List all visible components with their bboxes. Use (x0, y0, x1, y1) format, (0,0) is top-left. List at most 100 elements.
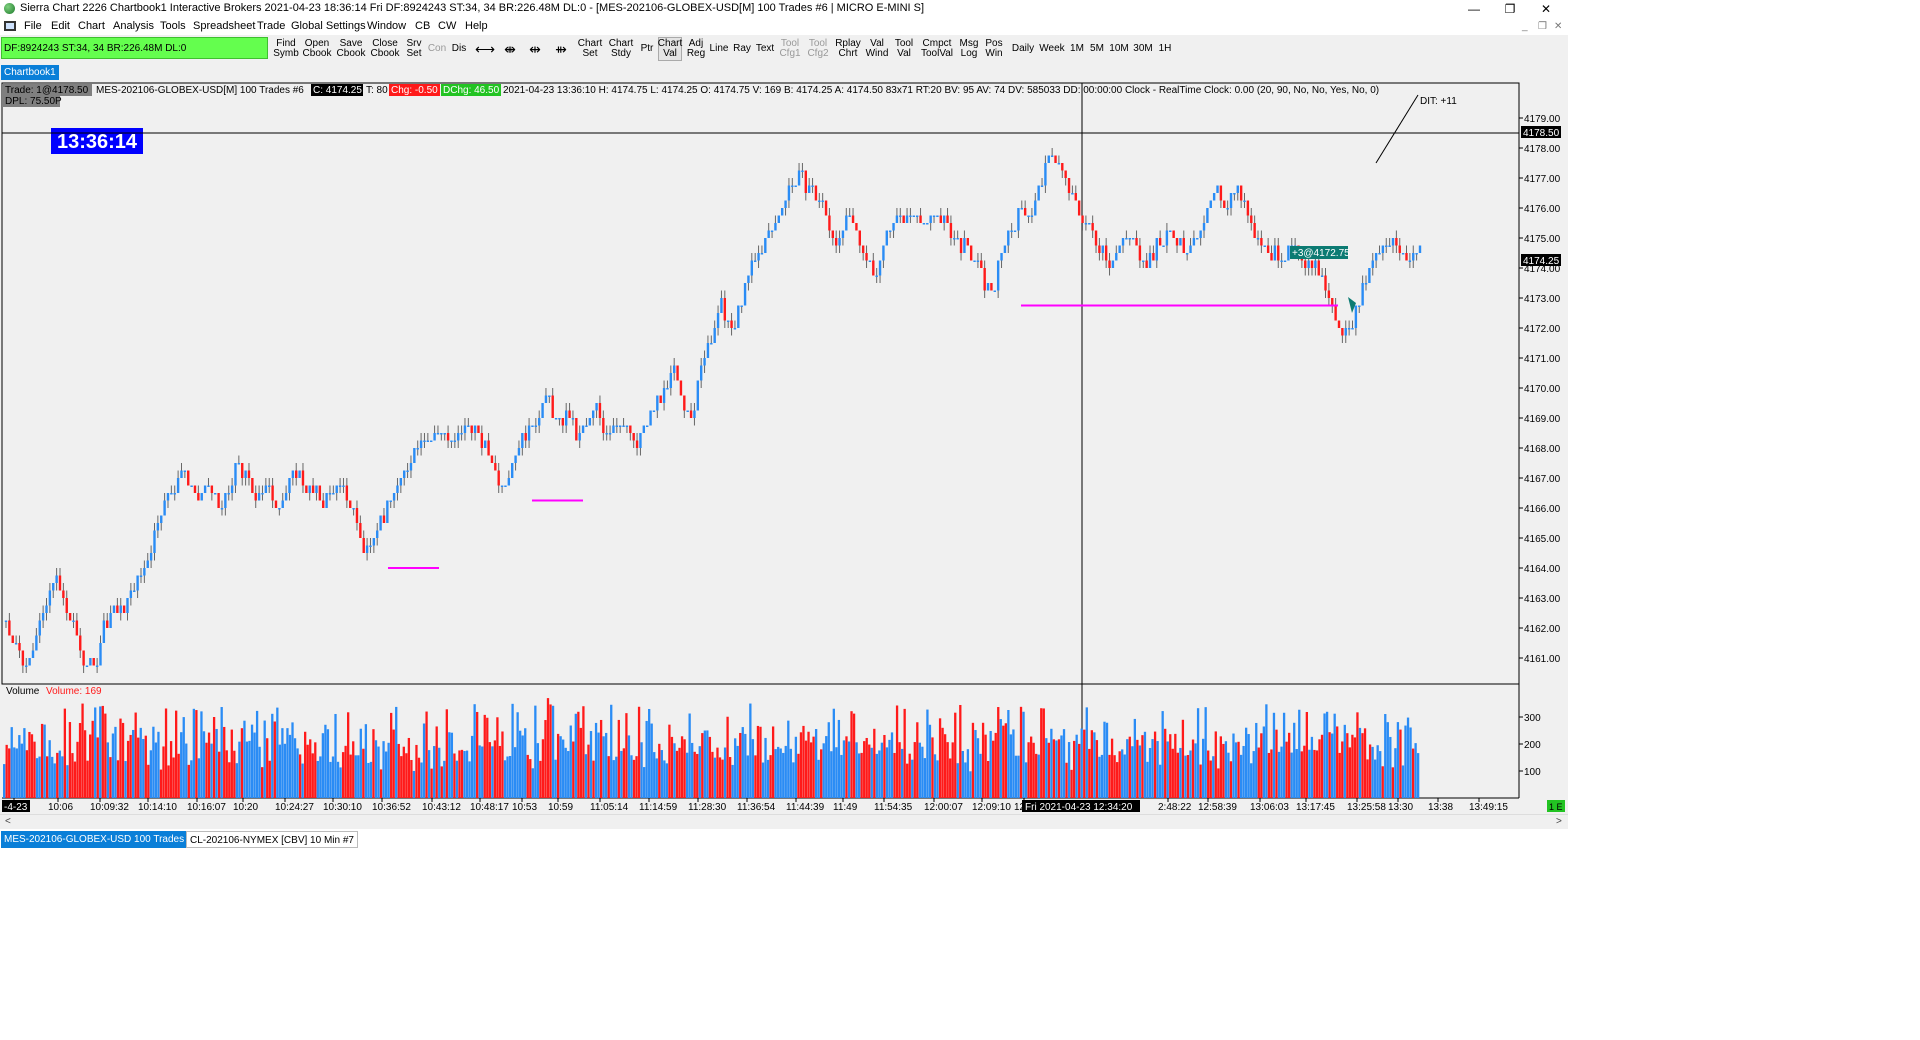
volume-bar (511, 703, 514, 798)
ray-tool-button[interactable]: Ray (732, 37, 752, 61)
5m-button[interactable]: 5M (1088, 37, 1106, 61)
daily-button[interactable]: Daily (1010, 37, 1036, 61)
chart-area[interactable]: Trade: 1@4178.50 MES-202106-GLOBEX-USD[M… (0, 81, 1568, 814)
volume-bar (1272, 712, 1276, 798)
menu-global-settings[interactable]: Global Settings (291, 20, 366, 32)
1m-button[interactable]: 1M (1068, 37, 1086, 61)
mdi-minimize-button[interactable]: _ (1522, 21, 1528, 32)
volume-bar (751, 739, 755, 798)
close-button[interactable]: ✕ (1526, 0, 1566, 18)
menu-edit[interactable]: Edit (51, 20, 70, 32)
30m-button[interactable]: 30M (1132, 37, 1154, 61)
corner-badge[interactable]: 1 E (1549, 802, 1563, 812)
volume-bar (367, 762, 370, 798)
10m-button[interactable]: 10M (1108, 37, 1130, 61)
price-bar-body (784, 200, 787, 208)
scroll-right-arrow-icon[interactable]: > (1556, 815, 1562, 829)
find-symbol-button[interactable]: Find Symb (273, 37, 299, 61)
volume-bar (756, 725, 760, 798)
menu-tools[interactable]: Tools (160, 20, 186, 32)
scroll-left-button[interactable]: ⇹ (524, 37, 546, 61)
menu-help[interactable]: Help (465, 20, 488, 32)
price-bar-body (217, 493, 220, 508)
restore-button[interactable]: ❐ (1490, 0, 1530, 18)
price-bar-body (1091, 223, 1094, 231)
volume-bar (888, 739, 891, 798)
replay-chart-button[interactable]: Rplay Chrt (835, 37, 861, 61)
price-bar-body (433, 433, 436, 441)
week-button[interactable]: Week (1039, 37, 1065, 61)
tool-config1-button[interactable]: Tool Cfg1 (778, 37, 802, 61)
tool-values-button[interactable]: Tool Val (892, 37, 916, 61)
chart-values-button[interactable]: Chart Val (658, 37, 682, 61)
volume-bar (1222, 743, 1225, 798)
pointer-tool-button[interactable]: Ptr (638, 37, 656, 61)
1h-button[interactable]: 1H (1156, 37, 1174, 61)
price-bar-body (912, 215, 915, 217)
mdi-restore-button[interactable]: ❐ (1538, 21, 1547, 32)
volume-bar (1381, 766, 1384, 798)
adjust-region-button[interactable]: Adj Reg (685, 37, 707, 61)
price-chart[interactable]: Trade: 1@4178.50 MES-202106-GLOBEX-USD[M… (0, 81, 1568, 814)
compact-tool-values-button[interactable]: Cmpct ToolVal (919, 37, 955, 61)
tool-config2-button[interactable]: Tool Cfg2 (805, 37, 831, 61)
menu-file[interactable]: File (24, 20, 42, 32)
line-tool-button[interactable]: Line (709, 37, 729, 61)
price-bar-body (463, 425, 467, 433)
price-bar-body (122, 605, 126, 613)
scroll-left-arrow-icon[interactable]: < (5, 815, 11, 829)
volume-bar (572, 741, 575, 798)
tab-cl-chart[interactable]: CL-202106-NYMEX [CBV] 10 Min #7 (186, 831, 358, 848)
volume-bar (508, 756, 512, 798)
connect-button[interactable]: Con (427, 37, 447, 61)
price-bar-body (1142, 260, 1145, 262)
volume-bar (860, 752, 863, 798)
volume-bar (152, 726, 155, 798)
text-tool-button[interactable]: Text (754, 37, 776, 61)
volume-bar (931, 737, 934, 798)
price-bar-body (1131, 238, 1135, 240)
message-log-button[interactable]: Msg Log (958, 37, 980, 61)
volume-bar (23, 728, 26, 798)
volume-bar (1351, 734, 1354, 798)
volume-bar (1346, 733, 1349, 798)
scale-fit-button[interactable]: ⇼ (499, 37, 521, 61)
close-chartbook-button[interactable]: Close Cbook (370, 37, 400, 61)
menu-chart[interactable]: Chart (78, 20, 105, 32)
menu-spreadsheet[interactable]: Spreadsheet (193, 20, 255, 32)
chart-studies-button[interactable]: Chart Stdy (607, 37, 635, 61)
server-settings-button[interactable]: Srv Set (404, 37, 424, 61)
volume-bar (187, 764, 190, 798)
open-chartbook-button[interactable]: Open Cbook (303, 37, 332, 61)
menu-cw[interactable]: CW (438, 20, 456, 32)
volume-bar (961, 750, 964, 798)
price-bar-body (271, 485, 274, 501)
scroll-right-button[interactable]: ⇻ (550, 37, 572, 61)
volume-bar (1158, 764, 1162, 798)
menu-cb[interactable]: CB (415, 20, 430, 32)
time-label: 12:00:07 (924, 802, 963, 813)
mdi-close-button[interactable]: ✕ (1554, 21, 1562, 32)
positions-window-button[interactable]: Pos Win (983, 37, 1005, 61)
toolbar-label-line1: Con (427, 43, 447, 54)
horizontal-scrollbar[interactable]: < > (0, 814, 1568, 829)
volume-bar (574, 713, 577, 798)
volume-bar (544, 720, 547, 798)
tab-chartbook1[interactable]: Chartbook1 (1, 65, 59, 80)
save-chartbook-button[interactable]: Save Cbook (336, 37, 366, 61)
volume-bar (630, 755, 633, 798)
price-bar-body (716, 313, 720, 328)
menu-window[interactable]: Window (367, 20, 406, 32)
menu-trade[interactable]: Trade (257, 20, 285, 32)
minimize-button[interactable]: — (1454, 0, 1494, 18)
price-bar-body (369, 545, 372, 547)
scale-horizontal-button[interactable]: ⟷ (474, 37, 496, 61)
disconnect-button[interactable]: Dis (449, 37, 469, 61)
chart-background (0, 81, 1568, 814)
values-window-button[interactable]: Val Wind (864, 37, 890, 61)
price-bar-body (261, 493, 264, 495)
tab-mes-chart[interactable]: MES-202106-GLOBEX-USD 100 Trades #6 (1, 831, 201, 848)
chart-settings-button[interactable]: Chart Set (577, 37, 603, 61)
price-bar-body (969, 245, 973, 261)
menu-analysis[interactable]: Analysis (113, 20, 154, 32)
